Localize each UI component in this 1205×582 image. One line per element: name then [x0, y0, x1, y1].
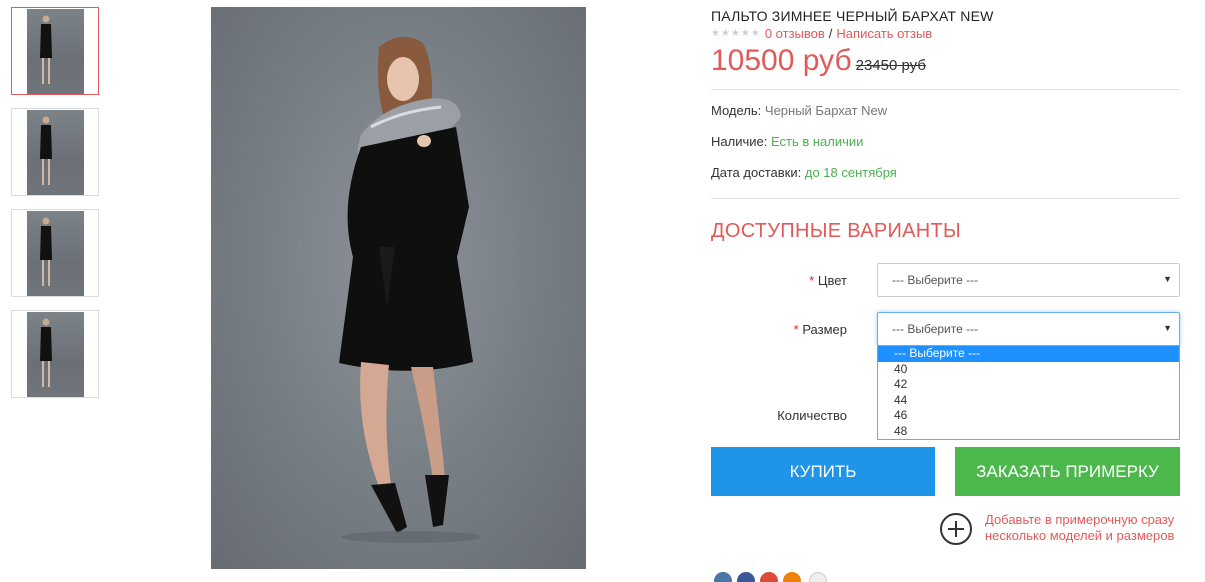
color-select-value: --- Выберите --- [892, 273, 979, 287]
size-label-text: Размер [802, 322, 847, 337]
required-mark: * [809, 273, 815, 288]
size-dropdown-list[interactable]: --- Выберите --- 40 42 44 46 48 [877, 345, 1180, 440]
thumbnail-photo [27, 211, 84, 296]
thumbnail-photo [27, 110, 84, 195]
chevron-down-icon: ▼ [1163, 274, 1172, 284]
delivery-value: до 18 сентября [804, 165, 897, 180]
counter-icon [809, 572, 827, 582]
availability-label: Наличие: [711, 134, 768, 149]
availability-value: Есть в наличии [770, 134, 864, 149]
size-select[interactable]: --- Выберите --- ▼ [877, 312, 1180, 346]
size-option[interactable]: 46 [878, 408, 1179, 424]
odnoklassniki-icon[interactable] [783, 572, 801, 582]
variants-heading: ДОСТУПНЫЕ ВАРИАНТЫ [711, 220, 962, 242]
size-option[interactable]: --- Выберите --- [878, 346, 1179, 362]
price: 10500 руб [711, 44, 852, 77]
thumbnail-photo [27, 9, 84, 94]
model-info: Модель: Черный Бархат New [711, 103, 887, 118]
plus-circle-icon[interactable] [940, 513, 972, 545]
color-label-text: Цвет [817, 273, 847, 288]
delivery-info: Дата доставки: до 18 сентября [711, 165, 897, 180]
divider [711, 89, 1180, 90]
product-title: ПАЛЬТО ЗИМНЕЕ ЧЕРНЫЙ БАРХАТ NEW [711, 8, 994, 24]
size-option[interactable]: 44 [878, 393, 1179, 409]
coat-figure-icon [40, 318, 52, 387]
thumbnail-photo [27, 312, 84, 397]
quantity-label: Количество [777, 408, 847, 423]
model-label: Модель: [711, 103, 762, 118]
rating-row: ★★★★★ 0 отзывов / Написать отзыв [711, 26, 932, 41]
thumbnail-4[interactable] [11, 310, 99, 398]
google-plus-icon[interactable] [760, 572, 778, 582]
coat-figure-icon [40, 15, 52, 84]
size-option[interactable]: 42 [878, 377, 1179, 393]
coat-figure-icon [40, 116, 52, 185]
old-price: 23450 руб [855, 57, 926, 74]
model-value: Черный Бархат New [764, 103, 888, 118]
thumbnail-1[interactable] [11, 7, 99, 95]
size-option[interactable]: 48 [878, 424, 1179, 440]
thumbnail-2[interactable] [11, 108, 99, 196]
color-select[interactable]: --- Выберите --- ▼ [877, 263, 1180, 297]
size-label: * Размер [760, 322, 847, 337]
write-review-link[interactable]: Написать отзыв [836, 26, 932, 41]
order-fitting-button[interactable]: ЗАКАЗАТЬ ПРИМЕРКУ [955, 447, 1180, 496]
reviews-link[interactable]: 0 отзывов [765, 26, 825, 41]
rating-separator: / [828, 26, 833, 41]
model-in-coat-illustration [339, 36, 481, 543]
color-label: * Цвет [780, 273, 847, 288]
facebook-icon[interactable] [737, 572, 755, 582]
vk-icon[interactable] [714, 572, 732, 582]
rating-stars-icon: ★★★★★ [711, 28, 761, 39]
chevron-down-icon: ▼ [1163, 323, 1172, 333]
required-mark: * [793, 322, 799, 337]
availability-info: Наличие: Есть в наличии [711, 134, 863, 149]
divider [711, 198, 1180, 199]
buy-button[interactable]: КУПИТЬ [711, 447, 935, 496]
size-select-value: --- Выберите --- [892, 322, 979, 336]
delivery-label: Дата доставки: [711, 165, 802, 180]
size-option[interactable]: 40 [878, 362, 1179, 378]
thumbnail-3[interactable] [11, 209, 99, 297]
price-row: 10500 руб 23450 руб [711, 44, 926, 78]
main-product-image[interactable] [211, 7, 586, 569]
add-to-fitting-text[interactable]: Добавьте в примерочную сразу несколько м… [985, 512, 1185, 544]
coat-figure-icon [40, 217, 52, 286]
